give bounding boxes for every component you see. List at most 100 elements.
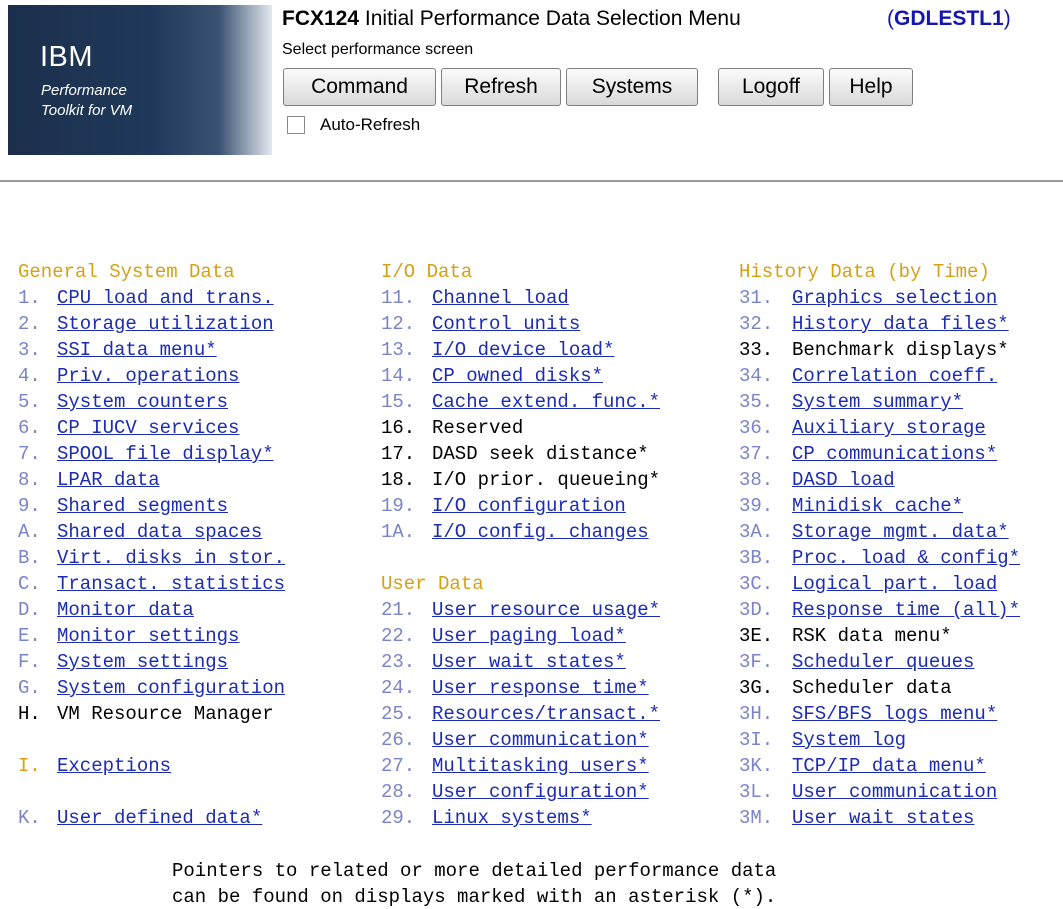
menu-item[interactable]: D. Monitor data — [18, 597, 194, 623]
menu-item[interactable]: 3D. Response time (all)* — [739, 597, 1020, 623]
menu-item[interactable]: 38. DASD load — [739, 467, 895, 493]
menu-item[interactable]: 3H. SFS/BFS logs menu* — [739, 701, 997, 727]
menu-item[interactable]: 23. User wait states* — [381, 649, 626, 675]
menu-item-link[interactable]: LPAR data — [57, 469, 160, 491]
menu-item[interactable]: 35. System summary* — [739, 389, 963, 415]
menu-item-link[interactable]: Transact. statistics — [57, 573, 285, 595]
menu-item[interactable]: 3L. User communication — [739, 779, 997, 805]
menu-item-link[interactable]: CP communications* — [792, 443, 997, 465]
menu-item-link[interactable]: SFS/BFS logs menu* — [792, 703, 997, 725]
systems-button[interactable]: Systems — [566, 68, 698, 106]
menu-item[interactable]: 3K. TCP/IP data menu* — [739, 753, 986, 779]
menu-item[interactable]: 28. User configuration* — [381, 779, 649, 805]
menu-item[interactable]: 3F. Scheduler queues — [739, 649, 974, 675]
refresh-button[interactable]: Refresh — [441, 68, 561, 106]
menu-item-link[interactable]: History data files* — [792, 313, 1009, 335]
menu-item[interactable]: 3. SSI data menu* — [18, 337, 217, 363]
menu-item[interactable]: 3A. Storage mgmt. data* — [739, 519, 1009, 545]
menu-item-link[interactable]: System settings — [57, 651, 228, 673]
menu-item[interactable]: 32. History data files* — [739, 311, 1009, 337]
menu-item[interactable]: 1. CPU load and trans. — [18, 285, 274, 311]
menu-item-link[interactable]: Storage utilization — [57, 313, 274, 335]
menu-item-link[interactable]: Shared data spaces — [57, 521, 262, 543]
menu-item[interactable]: 36. Auxiliary storage — [739, 415, 986, 441]
menu-item-link[interactable]: Scheduler queues — [792, 651, 974, 673]
menu-item[interactable]: 37. CP communications* — [739, 441, 997, 467]
menu-item-link[interactable]: SSI data menu* — [57, 339, 217, 361]
menu-item-link[interactable]: Graphics selection — [792, 287, 997, 309]
menu-item-link[interactable]: Multitasking users* — [432, 755, 649, 777]
menu-item-link[interactable]: Cache extend. func.* — [432, 391, 660, 413]
menu-item-link[interactable]: Proc. load & config* — [792, 547, 1020, 569]
menu-item-link[interactable]: User resource usage* — [432, 599, 660, 621]
menu-item-link[interactable]: System counters — [57, 391, 228, 413]
menu-item-link[interactable]: Response time (all)* — [792, 599, 1020, 621]
logoff-button[interactable]: Logoff — [718, 68, 824, 106]
menu-item-link[interactable]: Auxiliary storage — [792, 417, 986, 439]
command-button[interactable]: Command — [283, 68, 436, 106]
menu-item-link[interactable]: CP IUCV services — [57, 417, 239, 439]
menu-item-link[interactable]: System log — [792, 729, 906, 751]
menu-item-link[interactable]: Control units — [432, 313, 580, 335]
menu-item[interactable]: 11. Channel load — [381, 285, 569, 311]
menu-item-link[interactable]: Monitor settings — [57, 625, 239, 647]
menu-item-link[interactable]: CPU load and trans. — [57, 287, 274, 309]
menu-item[interactable]: 14. CP owned disks* — [381, 363, 603, 389]
menu-item-link[interactable]: User communication* — [432, 729, 649, 751]
menu-item[interactable]: 8. LPAR data — [18, 467, 160, 493]
menu-item[interactable]: 5. System counters — [18, 389, 228, 415]
menu-item-link[interactable]: System summary* — [792, 391, 963, 413]
menu-item-link[interactable]: User configuration* — [432, 781, 649, 803]
menu-item-link[interactable]: Correlation coeff. — [792, 365, 997, 387]
menu-item[interactable]: I. Exceptions — [18, 753, 171, 779]
menu-item-link[interactable]: Logical part. load — [792, 573, 997, 595]
menu-item-link[interactable]: Resources/transact.* — [432, 703, 660, 725]
menu-item-link[interactable]: TCP/IP data menu* — [792, 755, 986, 777]
menu-item-link[interactable]: Shared segments — [57, 495, 228, 517]
menu-item-link[interactable]: User paging load* — [432, 625, 626, 647]
menu-item[interactable]: 39. Minidisk cache* — [739, 493, 963, 519]
menu-item-link[interactable]: SPOOL file display* — [57, 443, 274, 465]
auto-refresh-checkbox[interactable] — [287, 116, 305, 134]
menu-item-link[interactable]: Minidisk cache* — [792, 495, 963, 517]
menu-item[interactable]: 13. I/O device load* — [381, 337, 614, 363]
menu-item[interactable]: 19. I/O configuration — [381, 493, 626, 519]
menu-item[interactable]: 6. CP IUCV services — [18, 415, 239, 441]
menu-item[interactable]: 3B. Proc. load & config* — [739, 545, 1020, 571]
menu-item-link[interactable]: Linux systems* — [432, 807, 592, 829]
help-button[interactable]: Help — [829, 68, 913, 106]
menu-item[interactable]: 24. User response time* — [381, 675, 649, 701]
menu-item[interactable]: 3C. Logical part. load — [739, 571, 997, 597]
menu-item-link[interactable]: User response time* — [432, 677, 649, 699]
menu-item-link[interactable]: Priv. operations — [57, 365, 239, 387]
menu-item[interactable]: 2. Storage utilization — [18, 311, 274, 337]
menu-item-link[interactable]: CP owned disks* — [432, 365, 603, 387]
menu-item[interactable]: 7. SPOOL file display* — [18, 441, 274, 467]
menu-item[interactable]: 25. Resources/transact.* — [381, 701, 660, 727]
menu-item[interactable]: F. System settings — [18, 649, 228, 675]
menu-item-link[interactable]: User communication — [792, 781, 997, 803]
menu-item[interactable]: A. Shared data spaces — [18, 519, 262, 545]
menu-item-link[interactable]: User defined data* — [57, 807, 262, 829]
menu-item-link[interactable]: Virt. disks in stor. — [57, 547, 285, 569]
menu-item[interactable]: 15. Cache extend. func.* — [381, 389, 660, 415]
menu-item[interactable]: 21. User resource usage* — [381, 597, 660, 623]
menu-item-link[interactable]: User wait states* — [432, 651, 626, 673]
menu-item-link[interactable]: I/O device load* — [432, 339, 614, 361]
menu-item[interactable]: 31. Graphics selection — [739, 285, 997, 311]
menu-item[interactable]: 9. Shared segments — [18, 493, 228, 519]
menu-item-link[interactable]: User wait states — [792, 807, 974, 829]
menu-item[interactable]: 3I. System log — [739, 727, 906, 753]
menu-item[interactable]: 22. User paging load* — [381, 623, 626, 649]
menu-item-link[interactable]: I/O configuration — [432, 495, 626, 517]
menu-item-link[interactable]: DASD load — [792, 469, 895, 491]
menu-item[interactable]: 12. Control units — [381, 311, 580, 337]
system-id[interactable]: (GDLESTL1) — [887, 7, 1011, 31]
menu-item[interactable]: 27. Multitasking users* — [381, 753, 649, 779]
menu-item[interactable]: 26. User communication* — [381, 727, 649, 753]
menu-item-link[interactable]: I/O config. changes — [432, 521, 649, 543]
menu-item[interactable]: 34. Correlation coeff. — [739, 363, 997, 389]
menu-item[interactable]: C. Transact. statistics — [18, 571, 285, 597]
menu-item[interactable]: K. User defined data* — [18, 805, 262, 831]
menu-item[interactable]: 1A. I/O config. changes — [381, 519, 649, 545]
